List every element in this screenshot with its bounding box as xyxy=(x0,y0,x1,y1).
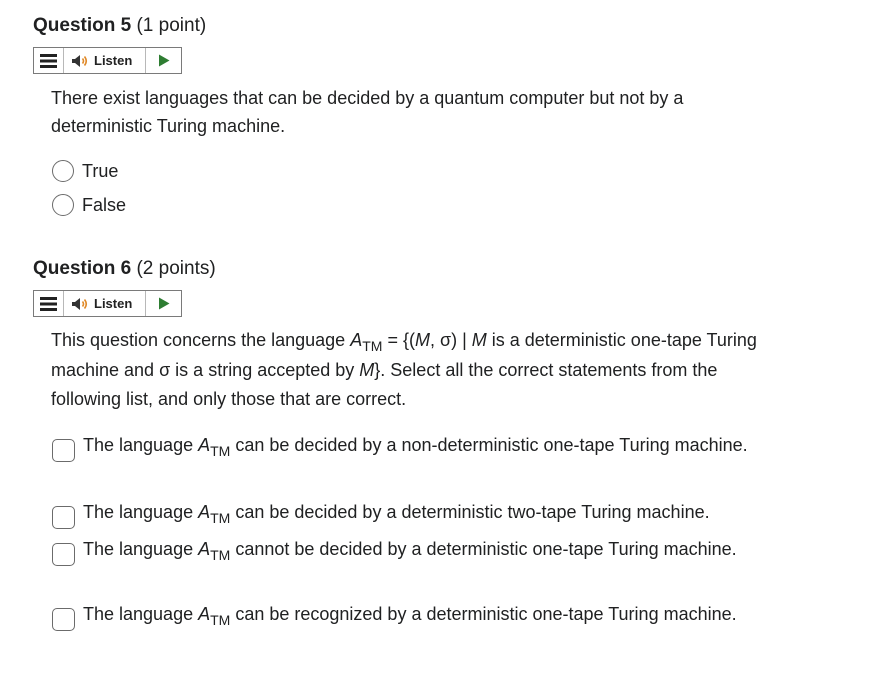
speaker-icon xyxy=(72,297,88,310)
question-title: Question 6 xyxy=(33,258,132,279)
language-subscript: TM xyxy=(362,338,383,354)
language-symbol: A xyxy=(350,330,363,350)
language-subscript: TM xyxy=(210,443,231,459)
question-title: Question 5 xyxy=(33,15,132,36)
menu-button[interactable] xyxy=(34,48,64,73)
language-symbol: A xyxy=(198,435,211,455)
checkbox[interactable] xyxy=(52,543,75,566)
checkbox-option-1[interactable]: The language ATM can be decided by a non… xyxy=(52,430,773,462)
checkbox[interactable] xyxy=(52,439,75,462)
question-heading: Question 5 (1 point) xyxy=(33,14,206,38)
option-label: True xyxy=(82,161,119,181)
listen-toolbar: Listen xyxy=(33,47,182,74)
option-label: The language ATM can be decided by a det… xyxy=(83,497,773,529)
option-label: False xyxy=(82,195,127,215)
listen-label: Listen xyxy=(94,53,133,68)
option-false[interactable]: False xyxy=(52,190,126,221)
option-text: The language xyxy=(83,539,199,559)
text-part: This question concerns the language xyxy=(51,330,351,350)
option-label: The language ATM cannot be decided by a … xyxy=(83,534,773,566)
play-icon xyxy=(158,297,169,310)
radio-button[interactable] xyxy=(52,160,74,182)
checkbox-option-3[interactable]: The language ATM cannot be decided by a … xyxy=(52,534,773,566)
variable-m: M xyxy=(359,360,375,380)
listen-label: Listen xyxy=(94,296,133,311)
menu-icon xyxy=(40,53,57,68)
language-symbol: A xyxy=(198,502,211,522)
language-symbol: A xyxy=(198,539,211,559)
listen-toolbar: Listen xyxy=(33,290,182,317)
text-part: = {( xyxy=(382,330,415,350)
speaker-icon xyxy=(72,54,88,67)
listen-button[interactable]: Listen xyxy=(64,291,146,316)
question-text: This question concerns the language ATM … xyxy=(51,326,771,414)
checkbox[interactable] xyxy=(52,608,75,631)
language-subscript: TM xyxy=(210,612,231,628)
question-points: (1 point) xyxy=(136,15,207,36)
checkbox-option-2[interactable]: The language ATM can be decided by a det… xyxy=(52,497,773,529)
option-text: can be decided by a deterministic two-ta… xyxy=(230,502,710,522)
question-points: (2 points) xyxy=(136,258,216,279)
option-true[interactable]: True xyxy=(52,156,118,187)
option-text: The language xyxy=(83,502,199,522)
variable-m: M xyxy=(471,330,487,350)
variable-m: M xyxy=(414,330,430,350)
menu-icon xyxy=(40,296,57,311)
option-text: can be decided by a non-deterministic on… xyxy=(230,435,748,455)
menu-button[interactable] xyxy=(34,291,64,316)
language-subscript: TM xyxy=(210,510,231,526)
option-label: The language ATM can be decided by a non… xyxy=(83,430,773,462)
language-subscript: TM xyxy=(210,547,231,563)
question-heading: Question 6 (2 points) xyxy=(33,257,216,281)
play-button[interactable] xyxy=(146,291,181,316)
text-part: , σ) | xyxy=(429,330,472,350)
checkbox-option-4[interactable]: The language ATM can be recognized by a … xyxy=(52,599,773,631)
option-text: The language xyxy=(83,435,199,455)
option-label: The language ATM can be recognized by a … xyxy=(83,599,773,631)
checkbox[interactable] xyxy=(52,506,75,529)
option-text: can be recognized by a deterministic one… xyxy=(230,604,737,624)
option-text: The language xyxy=(83,604,199,624)
option-text: cannot be decided by a deterministic one… xyxy=(230,539,737,559)
play-button[interactable] xyxy=(146,48,181,73)
listen-button[interactable]: Listen xyxy=(64,48,146,73)
question-text: There exist languages that can be decide… xyxy=(51,88,684,136)
language-symbol: A xyxy=(198,604,211,624)
radio-button[interactable] xyxy=(52,194,74,216)
play-icon xyxy=(158,54,169,67)
